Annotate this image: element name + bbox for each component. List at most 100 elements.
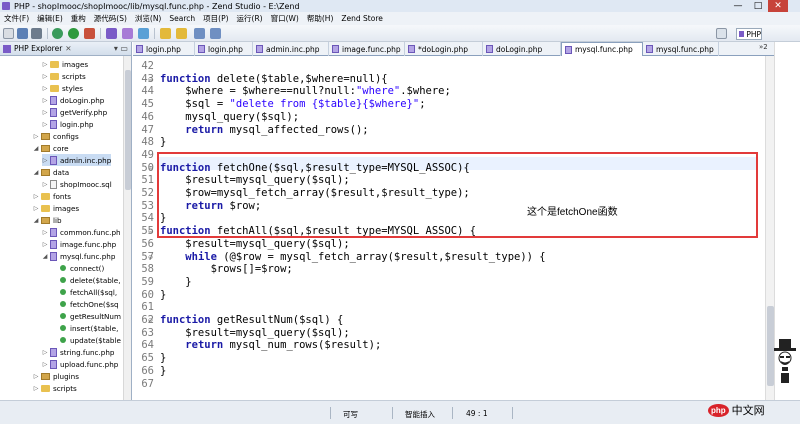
fold-toggle-icon[interactable]: ⊖ (148, 317, 153, 324)
tree-item[interactable]: fetchAll($sql, (60, 286, 117, 298)
tree-item[interactable]: ▷ fonts (33, 190, 71, 202)
editor-tab[interactable]: mysql.func.php (643, 42, 719, 56)
expand-arrow-icon[interactable]: ▷ (42, 349, 48, 356)
expand-arrow-icon[interactable]: ▷ (33, 385, 39, 392)
expand-arrow-icon[interactable]: ▷ (42, 121, 48, 128)
next-annotation-icon[interactable] (160, 28, 171, 39)
expand-arrow-icon[interactable]: ▷ (42, 241, 48, 248)
expand-arrow-icon[interactable]: ▷ (33, 133, 39, 140)
expand-arrow-icon[interactable]: ◢ (42, 253, 48, 260)
tree-item[interactable]: insert($table, (60, 322, 118, 334)
view-menu-icon[interactable]: ▾ ▭ (114, 44, 128, 53)
explorer-scrollbar[interactable] (123, 56, 131, 400)
editor-tab[interactable]: mysql.func.php (561, 42, 643, 56)
tree-item[interactable]: ◢ mysql.func.php (42, 250, 115, 262)
tree-item[interactable]: ▷ admin.inc.php (42, 154, 112, 166)
tabs-overflow-button[interactable]: »2 (759, 43, 768, 51)
expand-arrow-icon[interactable]: ◢ (33, 145, 39, 152)
tree-item[interactable]: ▷ scripts (42, 70, 86, 82)
previous-annotation-icon[interactable] (176, 28, 187, 39)
print-icon[interactable] (31, 28, 42, 39)
new-icon[interactable] (3, 28, 14, 39)
expand-arrow-icon[interactable]: ◢ (33, 217, 39, 224)
fold-toggle-icon[interactable]: ⊖ (148, 228, 153, 235)
expand-arrow-icon[interactable]: ▷ (42, 181, 48, 188)
menu-search[interactable]: Search (165, 14, 199, 23)
expand-arrow-icon[interactable]: ▷ (42, 361, 48, 368)
expand-arrow-icon[interactable]: ▷ (33, 193, 39, 200)
tree-item[interactable]: ▷ plugins (33, 370, 79, 382)
new-php-file-icon[interactable] (122, 28, 133, 39)
tree-item[interactable]: fetchOne($sq (60, 298, 119, 310)
menu-run[interactable]: 运行(R) (233, 13, 267, 24)
tree-item[interactable]: ▷ styles (42, 82, 83, 94)
watermark-php-badge: php (708, 403, 729, 417)
editor-tab[interactable]: image.func.php (329, 42, 405, 56)
php-file-icon (136, 45, 143, 53)
tree-item[interactable]: ▷ common.func.ph (42, 226, 121, 238)
new-php-project-icon[interactable] (106, 28, 117, 39)
tree-item[interactable]: ▷ shopImooc.sql (42, 178, 112, 190)
menu-zend-store[interactable]: Zend Store (337, 14, 386, 23)
fold-toggle-icon[interactable]: ⊖ (148, 165, 153, 172)
expand-arrow-icon[interactable]: ▷ (42, 157, 48, 164)
menu-file[interactable]: 文件(F) (0, 13, 33, 24)
menu-edit[interactable]: 编辑(E) (33, 13, 67, 24)
editor-tab[interactable]: doLogin.php (483, 42, 561, 56)
menu-navigate[interactable]: 浏览(N) (131, 13, 165, 24)
back-icon[interactable] (194, 28, 205, 39)
expand-arrow-icon[interactable]: ▷ (42, 229, 48, 236)
expand-arrow-icon[interactable]: ◢ (33, 169, 39, 176)
tree-item[interactable]: ▷ upload.func.php (42, 358, 118, 370)
function-icon (60, 289, 66, 295)
editor-tab[interactable]: login.php (133, 42, 195, 56)
expand-arrow-icon[interactable]: ▷ (42, 109, 48, 116)
tree-item[interactable]: ▷ string.func.php (42, 346, 114, 358)
tree-item[interactable]: delete($table, (60, 274, 121, 286)
save-icon[interactable] (17, 28, 28, 39)
editor-tab[interactable]: admin.inc.php (253, 42, 329, 56)
tree-item[interactable]: ▷ configs (33, 130, 79, 142)
tree-item[interactable]: ◢ lib (33, 214, 62, 226)
tree-item[interactable]: ▷ images (42, 58, 88, 70)
menu-refactor[interactable]: 重构 (67, 13, 90, 24)
fold-toggle-icon[interactable]: ⊖ (148, 76, 153, 83)
run-icon[interactable] (68, 28, 79, 39)
explorer-scroll-thumb[interactable] (125, 70, 131, 190)
forward-icon[interactable] (210, 28, 221, 39)
php-perspective-button[interactable]: PHP (736, 28, 762, 40)
expand-arrow-icon[interactable]: ▷ (33, 205, 39, 212)
tree-item[interactable]: update($table (60, 334, 121, 346)
expand-arrow-icon[interactable]: ▷ (42, 85, 48, 92)
open-perspective-icon[interactable] (716, 28, 727, 39)
tree-item[interactable]: connect() (60, 262, 104, 274)
menu-help[interactable]: 帮助(H) (303, 13, 338, 24)
tree-item[interactable]: ▷ doLogin.php (42, 94, 104, 106)
external-tools-icon[interactable] (84, 28, 95, 39)
editor-tab[interactable]: *doLogin.php (405, 42, 483, 56)
expand-arrow-icon[interactable]: ▷ (42, 97, 48, 104)
tree-item[interactable]: ▷ getVerify.php (42, 106, 107, 118)
close-button[interactable]: ✕ (768, 0, 788, 12)
debug-icon[interactable] (52, 28, 63, 39)
tree-item[interactable]: ◢ core (33, 142, 69, 154)
expand-arrow-icon[interactable]: ▷ (42, 73, 48, 80)
fold-toggle-icon[interactable]: ⊖ (148, 254, 153, 261)
tree-item[interactable]: ▷ images (33, 202, 79, 214)
expand-arrow-icon[interactable]: ▷ (42, 61, 48, 68)
close-view-icon[interactable]: ✕ (65, 44, 71, 53)
editor-tab[interactable]: login.php (195, 42, 253, 56)
tree-item[interactable]: ▷ scripts (33, 382, 77, 394)
function-icon (60, 301, 66, 307)
menu-source[interactable]: 源代码(S) (90, 13, 131, 24)
minimize-button[interactable]: — (728, 0, 748, 12)
menu-window[interactable]: 窗口(W) (267, 13, 303, 24)
expand-arrow-icon[interactable]: ▷ (33, 373, 39, 380)
tree-item[interactable]: getResultNum (60, 310, 121, 322)
menu-project[interactable]: 项目(P) (199, 13, 232, 24)
tree-item[interactable]: ◢ data (33, 166, 70, 178)
tree-item[interactable]: ▷ image.func.php (42, 238, 116, 250)
open-type-icon[interactable] (138, 28, 149, 39)
tree-item[interactable]: ▷ login.php (42, 118, 93, 130)
maximize-button[interactable]: □ (748, 0, 768, 12)
